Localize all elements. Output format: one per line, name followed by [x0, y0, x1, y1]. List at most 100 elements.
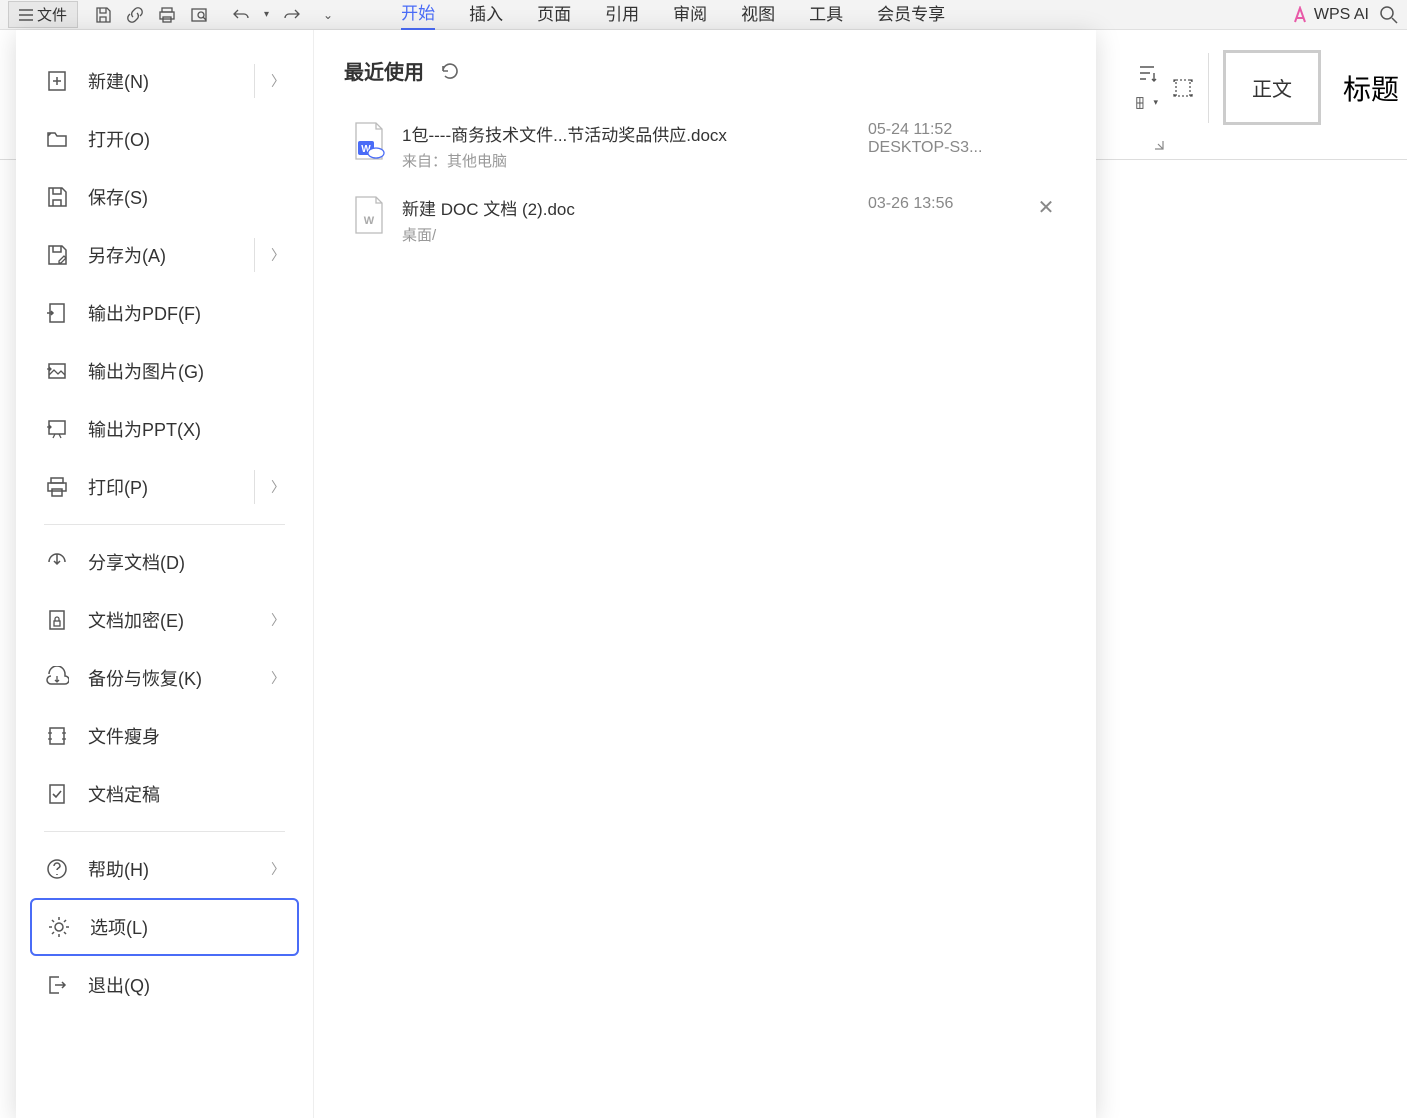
- file-menu-panel: 新建(N) 〉 打开(O) 保存(S) 另存为(A) 〉 输出为PDF(F) 输…: [16, 30, 1096, 1118]
- tab-reference[interactable]: 引用: [605, 0, 639, 29]
- menu-export-image-label: 输出为图片(G): [88, 358, 204, 384]
- menu-options[interactable]: 选项(L): [30, 898, 299, 956]
- file-name: 1包----商务技术文件...节活动奖品供应.docx: [402, 121, 852, 146]
- recent-file-item[interactable]: W 新建 DOC 文档 (2).doc 桌面/ 03-26 13:56 ✕: [344, 183, 1066, 257]
- options-icon: [46, 914, 72, 940]
- quick-access-toolbar: ▾ ⌄: [94, 6, 333, 24]
- menu-options-label: 选项(L): [90, 914, 148, 940]
- file-time: 05-24 11:52: [868, 121, 1018, 139]
- menu-finalize[interactable]: 文档定稿: [30, 765, 299, 823]
- preview-icon[interactable]: [190, 6, 208, 24]
- menu-print-label: 打印(P): [88, 474, 148, 500]
- menu-backup-label: 备份与恢复(K): [88, 665, 202, 691]
- menu-encrypt-label: 文档加密(E): [88, 607, 184, 633]
- wps-ai-icon: [1291, 6, 1309, 24]
- tab-member[interactable]: 会员专享: [877, 0, 945, 29]
- recent-files-panel: 最近使用 W 1包----商务技术文件...节活动奖品供应.docx 来自：其他…: [314, 30, 1096, 1118]
- menu-exit[interactable]: 退出(Q): [30, 956, 299, 1014]
- undo-dropdown-icon[interactable]: ▾: [264, 9, 269, 20]
- menu-export-pdf-label: 输出为PDF(F): [88, 300, 201, 326]
- menu-new[interactable]: 新建(N) 〉: [30, 52, 299, 110]
- file-info: 新建 DOC 文档 (2).doc 桌面/: [402, 195, 852, 245]
- chevron-right-icon: 〉: [271, 610, 285, 630]
- menu-save-label: 保存(S): [88, 184, 148, 210]
- menu-open-label: 打开(O): [88, 126, 150, 152]
- print-icon[interactable]: [158, 6, 176, 24]
- link-icon[interactable]: [126, 6, 144, 24]
- save-icon[interactable]: [94, 6, 112, 24]
- recent-file-item[interactable]: W 1包----商务技术文件...节活动奖品供应.docx 来自：其他电脑 05…: [344, 109, 1066, 183]
- ribbon-styles-group: ▾ 正文 标题: [1136, 50, 1407, 125]
- file-meta: 03-26 13:56: [868, 195, 1018, 213]
- menu-help-label: 帮助(H): [88, 856, 149, 882]
- export-pdf-icon: [44, 300, 70, 326]
- undo-icon[interactable]: [232, 6, 250, 24]
- tab-start[interactable]: 开始: [401, 0, 435, 31]
- file-menu-label: 文件: [37, 4, 67, 25]
- export-image-icon: [44, 358, 70, 384]
- file-menu-sidebar: 新建(N) 〉 打开(O) 保存(S) 另存为(A) 〉 输出为PDF(F) 输…: [16, 30, 314, 1118]
- menu-encrypt[interactable]: 文档加密(E) 〉: [30, 591, 299, 649]
- sort-icon[interactable]: [1136, 62, 1158, 84]
- more-dropdown-icon[interactable]: ⌄: [323, 8, 333, 22]
- chevron-right-icon: 〉: [271, 477, 285, 497]
- file-meta: 05-24 11:52 DESKTOP-S3...: [868, 121, 1018, 157]
- svg-text:W: W: [364, 215, 375, 227]
- select-icon[interactable]: [1172, 77, 1194, 99]
- chevron-right-icon: 〉: [271, 71, 285, 91]
- grid-icon[interactable]: ▾: [1136, 92, 1158, 114]
- recent-header-label: 最近使用: [344, 56, 424, 85]
- menu-divider: [44, 524, 285, 525]
- chevron-right-icon: 〉: [271, 245, 285, 265]
- menu-export-ppt-label: 输出为PPT(X): [88, 416, 201, 442]
- menu-slim[interactable]: 文件瘦身: [30, 707, 299, 765]
- tab-view[interactable]: 视图: [741, 0, 775, 29]
- menu-export-image[interactable]: 输出为图片(G): [30, 342, 299, 400]
- menu-share[interactable]: 分享文档(D): [30, 533, 299, 591]
- close-icon[interactable]: ✕: [1034, 195, 1058, 220]
- refresh-icon[interactable]: [440, 61, 460, 81]
- backup-icon: [44, 665, 70, 691]
- menu-help[interactable]: 帮助(H) 〉: [30, 840, 299, 898]
- ribbon-tabs: 开始 插入 页面 引用 审阅 视图 工具 会员专享: [401, 0, 945, 31]
- menu-save-as[interactable]: 另存为(A) 〉: [30, 226, 299, 284]
- file-menu-button[interactable]: 文件: [8, 1, 78, 28]
- export-ppt-icon: [44, 416, 70, 442]
- style-body-text[interactable]: 正文: [1223, 50, 1321, 125]
- style-body-label: 正文: [1252, 79, 1292, 101]
- tab-page[interactable]: 页面: [537, 0, 571, 29]
- finalize-icon: [44, 781, 70, 807]
- doc-icon: W: [352, 195, 386, 235]
- open-icon: [44, 126, 70, 152]
- search-icon[interactable]: [1379, 5, 1399, 25]
- menu-new-label: 新建(N): [88, 68, 149, 94]
- menu-backup[interactable]: 备份与恢复(K) 〉: [30, 649, 299, 707]
- menu-open[interactable]: 打开(O): [30, 110, 299, 168]
- menu-export-pdf[interactable]: 输出为PDF(F): [30, 284, 299, 342]
- encrypt-icon: [44, 607, 70, 633]
- file-device: DESKTOP-S3...: [868, 139, 1018, 157]
- tab-tools[interactable]: 工具: [809, 0, 843, 29]
- top-right-tools: WPS AI: [1291, 5, 1399, 25]
- exit-icon: [44, 972, 70, 998]
- menu-save[interactable]: 保存(S): [30, 168, 299, 226]
- new-icon: [44, 68, 70, 94]
- menu-share-label: 分享文档(D): [88, 549, 185, 575]
- expand-corner-icon[interactable]: [1153, 139, 1167, 153]
- file-info: 1包----商务技术文件...节活动奖品供应.docx 来自：其他电脑: [402, 121, 852, 171]
- redo-icon[interactable]: [283, 6, 301, 24]
- menu-divider: [44, 831, 285, 832]
- menu-slim-label: 文件瘦身: [88, 723, 160, 749]
- tab-insert[interactable]: 插入: [469, 0, 503, 29]
- wps-ai-button[interactable]: WPS AI: [1291, 6, 1369, 24]
- print-menu-icon: [44, 474, 70, 500]
- tab-review[interactable]: 审阅: [673, 0, 707, 29]
- menu-export-ppt[interactable]: 输出为PPT(X): [30, 400, 299, 458]
- menu-exit-label: 退出(Q): [88, 972, 150, 998]
- menu-print[interactable]: 打印(P) 〉: [30, 458, 299, 516]
- file-source: 桌面/: [402, 224, 852, 245]
- style-heading[interactable]: 标题: [1335, 58, 1407, 118]
- file-time: 03-26 13:56: [868, 195, 1018, 213]
- style-heading-label: 标题: [1343, 74, 1399, 105]
- menu-save-as-label: 另存为(A): [88, 242, 166, 268]
